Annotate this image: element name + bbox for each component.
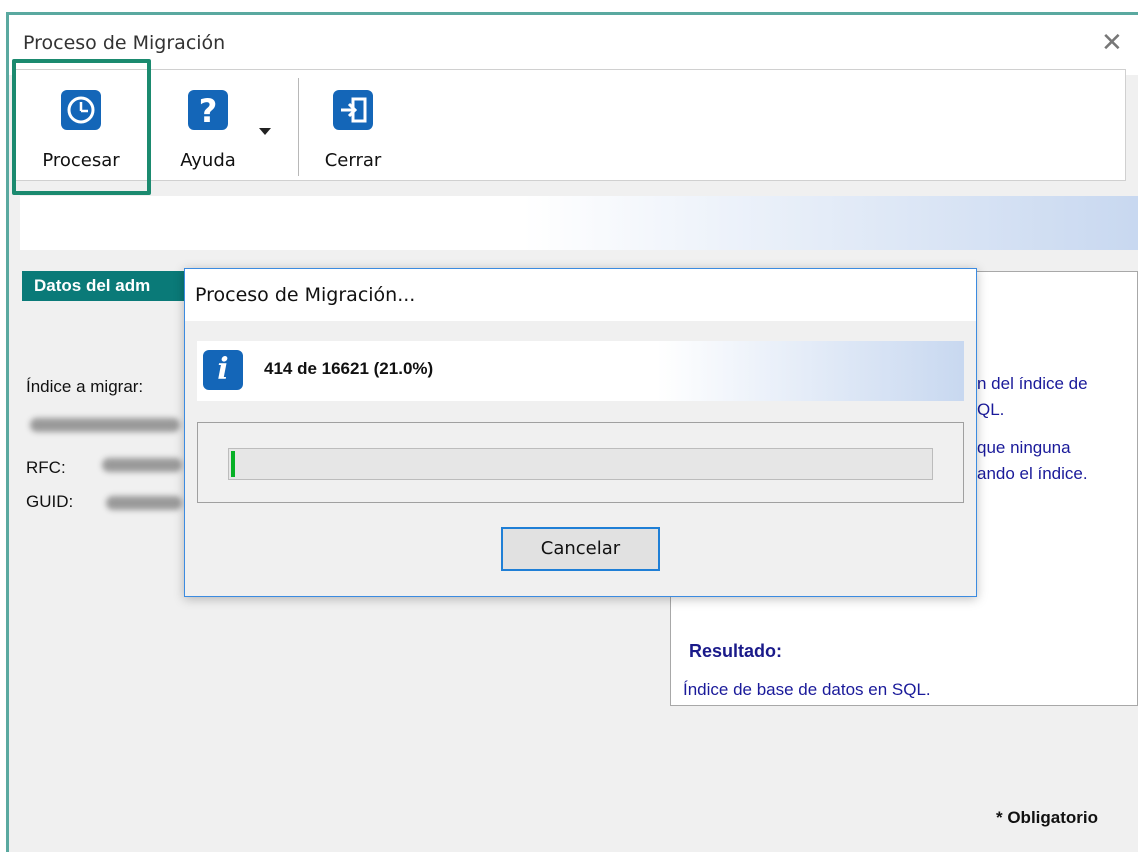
guid-label: GUID:: [26, 492, 74, 511]
info-line-3: que ninguna: [977, 438, 1071, 457]
window-title: Proceso de Migración: [23, 32, 226, 54]
exit-icon: [333, 90, 373, 130]
toolbar-separator: [298, 78, 299, 176]
cerrar-label: Cerrar: [324, 150, 382, 171]
window-titlebar: Proceso de Migración ✕: [9, 15, 1138, 75]
dialog-title: Proceso de Migración...: [195, 284, 416, 306]
chevron-down-icon[interactable]: [259, 128, 271, 135]
rfc-label: RFC:: [26, 458, 66, 477]
info-line-2: QL.: [977, 400, 1005, 419]
dialog-titlebar: Proceso de Migración...: [185, 269, 976, 321]
progress-dialog: Proceso de Migración... i 414 de 16621 (…: [184, 268, 977, 597]
dialog-info-bar: i 414 de 16621 (21.0%): [197, 341, 964, 401]
cancel-button[interactable]: Cancelar: [501, 527, 660, 571]
header-gradient-bar: [20, 196, 1138, 250]
cerrar-button[interactable]: Cerrar: [311, 70, 395, 180]
result-heading: Resultado:: [689, 641, 783, 661]
ayuda-label: Ayuda: [180, 150, 236, 171]
progress-bar: [228, 448, 933, 480]
ayuda-button[interactable]: ? Ayuda: [163, 70, 253, 180]
procesar-highlight: [12, 59, 151, 195]
indice-label: Índice a migrar:: [26, 377, 144, 396]
redacted-guid: [106, 496, 182, 510]
progress-fill: [231, 451, 235, 477]
info-line-4: ando el índice.: [977, 464, 1088, 483]
toolbar: Procesar ? Ayuda Cerrar: [12, 69, 1126, 181]
help-icon: ?: [188, 90, 228, 130]
info-line-1: n del índice de: [977, 374, 1088, 393]
progress-frame: [197, 422, 964, 503]
mandatory-note: * Obligatorio: [996, 808, 1098, 827]
redacted-rfc: [102, 458, 182, 472]
progress-status-text: 414 de 16621 (21.0%): [264, 359, 434, 378]
result-text: Índice de base de datos en SQL.: [683, 680, 931, 699]
svg-text:?: ?: [199, 92, 218, 130]
redacted-value: [30, 418, 180, 432]
close-icon[interactable]: ✕: [1101, 30, 1123, 56]
info-icon: i: [203, 350, 243, 390]
